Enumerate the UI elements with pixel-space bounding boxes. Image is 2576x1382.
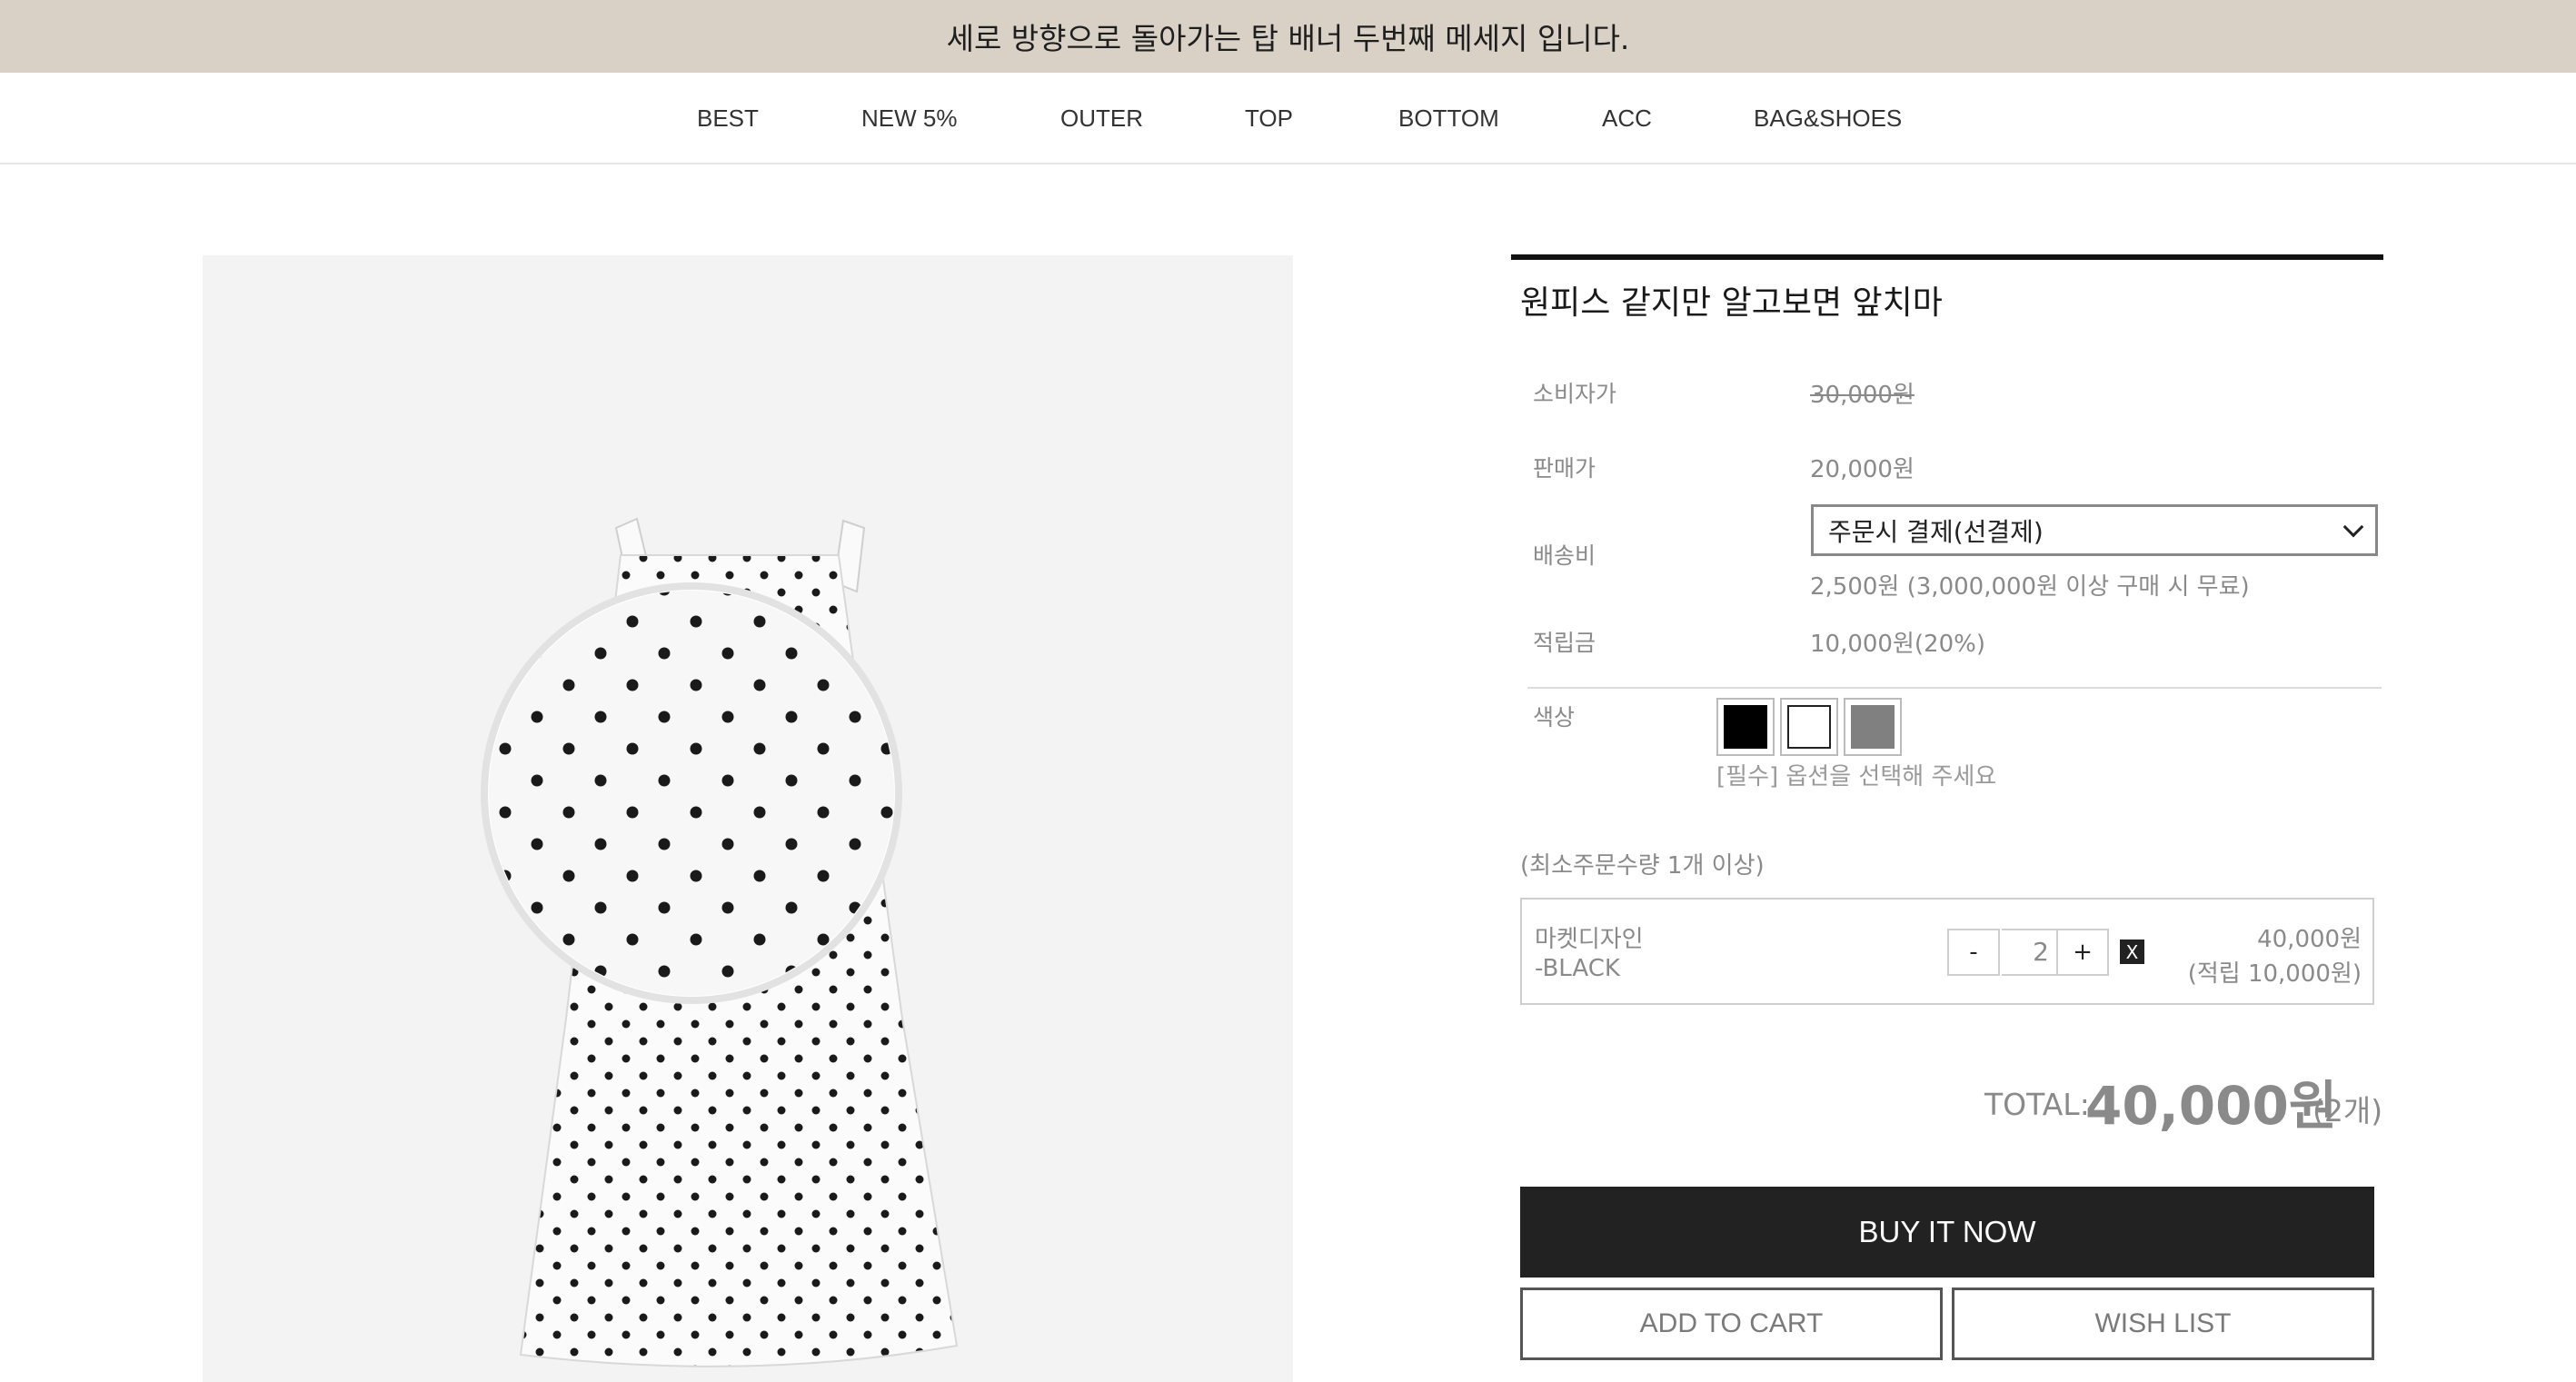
selected-option-variant: -BLACK (1535, 955, 1620, 982)
swatch-fill (1851, 705, 1895, 749)
buy-now-button[interactable]: BUY IT NOW (1520, 1187, 2374, 1278)
points-label: 적립금 (1533, 630, 1596, 656)
total-label: TOTAL: (1984, 1087, 2090, 1122)
selected-option-points: (적립 10,000원) (2187, 960, 2362, 988)
min-qty-note: (최소주문수량 1개 이상) (1520, 852, 1765, 880)
color-swatch-black[interactable] (1716, 698, 1775, 756)
option-required-hint: [필수] 옵션을 선택해 주세요 (1716, 763, 1997, 790)
dress-illustration (481, 517, 959, 1367)
selected-option-price: 40,000원 (2257, 926, 2362, 953)
add-to-cart-button[interactable]: ADD TO CART (1520, 1288, 1943, 1360)
sale-price-label: 판매가 (1533, 455, 1596, 482)
nav-item-outer[interactable]: OUTER (1060, 73, 1143, 164)
sale-price-value: 20,000원 (1810, 456, 1915, 483)
category-nav: BEST NEW 5% OUTER TOP BOTTOM ACC BAG&SHO… (0, 73, 2576, 164)
selected-option-name: 마켓디자인 (1535, 926, 1644, 953)
shipping-note: 2,500원 (3,000,000원 이상 구매 시 무료) (1810, 573, 2250, 601)
top-banner: 세로 방향으로 돌아가는 탑 배너 두번째 메세지 입니다. (0, 0, 2576, 73)
color-swatch-gray[interactable] (1844, 698, 1902, 756)
shipping-select-value: 주문시 결제(선결제) (1828, 516, 2044, 547)
swatch-fill (1724, 705, 1767, 749)
nav-item-best[interactable]: BEST (697, 73, 759, 164)
top-banner-message: 세로 방향으로 돌아가는 탑 배너 두번째 메세지 입니다. (946, 21, 1630, 56)
color-swatch-white[interactable] (1780, 698, 1838, 756)
quantity-decrease-button[interactable]: - (1947, 929, 2000, 976)
total-amount: 40,000원 (2085, 1075, 2338, 1137)
product-image[interactable] (203, 255, 1293, 1382)
nav-item-new[interactable]: NEW 5% (861, 73, 957, 164)
nav-item-bottom[interactable]: BOTTOM (1398, 73, 1499, 164)
chevron-down-icon (2342, 516, 2364, 537)
shipping-label: 배송비 (1533, 542, 1596, 569)
nav-item-acc[interactable]: ACC (1602, 73, 1652, 164)
total-count: (2개) (2312, 1093, 2383, 1128)
product-title: 원피스 같지만 알고보면 앞치마 (1520, 284, 1943, 322)
points-value: 10,000원(20%) (1810, 631, 1985, 658)
nav-item-top[interactable]: TOP (1245, 73, 1293, 164)
quantity-input[interactable]: 2 (2002, 929, 2056, 976)
color-label: 색상 (1533, 704, 1576, 731)
shipping-select[interactable]: 주문시 결제(선결제) (1811, 504, 2378, 556)
remove-option-button[interactable]: X (2120, 940, 2144, 964)
retail-price-value: 30,000원 (1810, 382, 1915, 409)
retail-price-label: 소비자가 (1533, 381, 1617, 407)
info-top-rule (1511, 254, 2383, 260)
wish-list-button[interactable]: WISH LIST (1952, 1288, 2374, 1360)
quantity-increase-button[interactable]: + (2056, 929, 2109, 976)
divider (1527, 687, 2382, 689)
nav-item-bag-shoes[interactable]: BAG&SHOES (1754, 73, 1902, 164)
swatch-fill (1787, 705, 1831, 749)
